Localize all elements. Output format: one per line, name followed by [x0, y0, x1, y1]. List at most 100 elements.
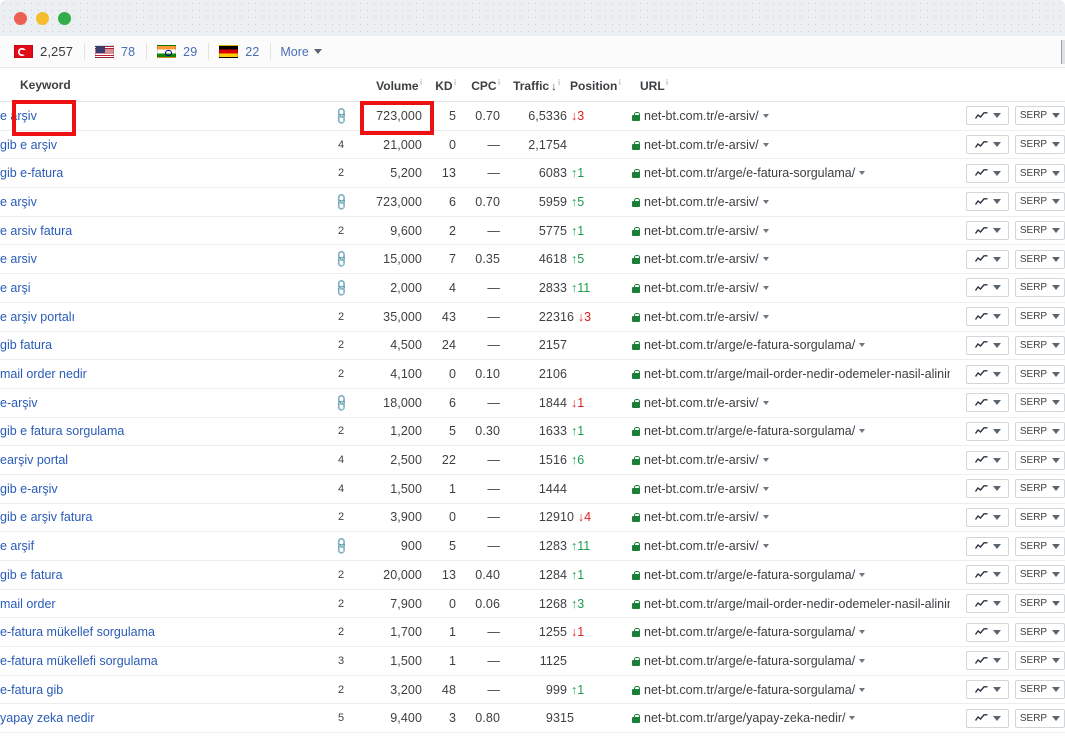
sort-descending-icon[interactable]: ↓: [551, 81, 557, 93]
chevron-down-icon[interactable]: [1052, 457, 1061, 463]
url-link[interactable]: net-bt.com.tr/arge/yapay-zeka-nedir/: [644, 711, 845, 725]
keyword-cell[interactable]: earşiv portal: [0, 445, 322, 475]
metrics-chart-button[interactable]: [966, 565, 1009, 585]
column-header-kd[interactable]: KD i: [422, 68, 456, 102]
chevron-down-icon[interactable]: [992, 228, 1001, 234]
serp-button[interactable]: SERP: [1015, 192, 1065, 212]
url-cell[interactable]: net-bt.com.tr/e-arsiv/: [632, 445, 950, 475]
url-link[interactable]: net-bt.com.tr/arge/mail-order-nedir-odem…: [644, 597, 950, 611]
column-header-cpc[interactable]: CPC i: [456, 68, 500, 102]
url-link[interactable]: net-bt.com.tr/arge/e-fatura-sorgulama/: [644, 568, 855, 582]
panel-edge-handle[interactable]: [1061, 40, 1065, 64]
metrics-chart-button[interactable]: [966, 708, 1009, 728]
serp-button[interactable]: SERP: [1015, 335, 1065, 355]
column-header-traffic[interactable]: Traffic ↓ i: [500, 68, 560, 102]
url-cell[interactable]: net-bt.com.tr/e-arsiv/: [632, 101, 950, 131]
url-link[interactable]: net-bt.com.tr/e-arsiv/: [644, 281, 759, 295]
url-cell[interactable]: net-bt.com.tr/e-arsiv/: [632, 130, 950, 160]
serp-button[interactable]: SERP: [1015, 708, 1065, 728]
chevron-down-icon[interactable]: [992, 428, 1001, 434]
keyword-cell[interactable]: gib e-fatura: [0, 158, 322, 189]
url-link[interactable]: net-bt.com.tr/arge/e-fatura-sorgulama/: [644, 654, 855, 668]
chevron-down-icon[interactable]: [1052, 687, 1061, 693]
url-cell[interactable]: net-bt.com.tr/arge/e-fatura-sorgulama/: [632, 560, 950, 590]
chevron-down-icon[interactable]: [992, 113, 1001, 119]
chevron-down-icon[interactable]: [849, 716, 856, 721]
chevron-down-icon[interactable]: [1052, 543, 1061, 549]
metrics-chart-button[interactable]: [966, 192, 1009, 212]
serp-button[interactable]: SERP: [1015, 565, 1065, 585]
chevron-down-icon[interactable]: [992, 715, 1001, 721]
chevron-down-icon[interactable]: [762, 400, 769, 405]
metrics-chart-button[interactable]: [966, 594, 1009, 614]
keyword-cell[interactable]: gib e fatura: [0, 560, 322, 590]
chevron-down-icon[interactable]: [1052, 715, 1061, 721]
serp-button[interactable]: SERP: [1015, 221, 1065, 241]
url-cell[interactable]: net-bt.com.tr/e-arsiv/: [632, 474, 950, 504]
chevron-down-icon[interactable]: [992, 457, 1001, 463]
keyword-cell[interactable]: gib e arşiv: [0, 130, 322, 160]
keyword-cell[interactable]: e arşiv: [0, 187, 322, 217]
metrics-chart-button[interactable]: [966, 450, 1009, 470]
keyword-link[interactable]: gib fatura: [0, 338, 52, 352]
keyword-link[interactable]: e-fatura gib: [0, 683, 63, 697]
serp-button[interactable]: SERP: [1015, 622, 1065, 642]
serp-button[interactable]: SERP: [1015, 106, 1065, 126]
keyword-cell[interactable]: yapay zeka nedir: [0, 703, 322, 734]
metrics-chart-button[interactable]: [966, 163, 1009, 183]
keyword-link[interactable]: gib e arşiv: [0, 138, 57, 152]
url-link[interactable]: net-bt.com.tr/e-arsiv/: [644, 396, 759, 410]
serp-button[interactable]: SERP: [1015, 163, 1065, 183]
info-icon[interactable]: i: [454, 77, 456, 87]
keyword-link[interactable]: e arşiv: [0, 195, 37, 209]
chevron-down-icon[interactable]: [1052, 170, 1061, 176]
url-cell[interactable]: net-bt.com.tr/arge/e-fatura-sorgulama/: [632, 158, 950, 189]
chevron-down-icon[interactable]: [1052, 658, 1061, 664]
chevron-down-icon[interactable]: [1052, 629, 1061, 635]
url-link[interactable]: net-bt.com.tr/e-arsiv/: [644, 252, 759, 266]
chevron-down-icon[interactable]: [762, 486, 769, 491]
info-icon[interactable]: i: [619, 77, 621, 87]
serp-button[interactable]: SERP: [1015, 364, 1065, 384]
chevron-down-icon[interactable]: [992, 142, 1001, 148]
chevron-down-icon[interactable]: [992, 687, 1001, 693]
url-cell[interactable]: net-bt.com.tr/arge/e-fatura-sorgulama/: [632, 417, 950, 447]
chevron-down-icon[interactable]: [762, 515, 769, 520]
chevron-down-icon[interactable]: [992, 256, 1001, 262]
chevron-down-icon[interactable]: [762, 458, 769, 463]
chevron-down-icon[interactable]: [1052, 142, 1061, 148]
chevron-down-icon[interactable]: [1052, 514, 1061, 520]
metrics-chart-button[interactable]: [966, 278, 1009, 298]
url-link[interactable]: net-bt.com.tr/arge/e-fatura-sorgulama/: [644, 424, 855, 438]
chevron-down-icon[interactable]: [992, 572, 1001, 578]
keyword-cell[interactable]: e arşi: [0, 273, 322, 303]
metrics-chart-button[interactable]: [966, 249, 1009, 269]
serp-button[interactable]: SERP: [1015, 135, 1065, 155]
keyword-link[interactable]: e arşiv portalı: [0, 310, 75, 324]
keyword-link[interactable]: e-fatura mükellefi sorgulama: [0, 654, 158, 668]
serp-button[interactable]: SERP: [1015, 680, 1065, 700]
url-cell[interactable]: net-bt.com.tr/arge/e-fatura-sorgulama/: [632, 617, 950, 648]
metrics-chart-button[interactable]: [966, 221, 1009, 241]
url-cell[interactable]: net-bt.com.tr/arge/e-fatura-sorgulama/: [632, 675, 950, 705]
chevron-down-icon[interactable]: [1052, 601, 1061, 607]
url-link[interactable]: net-bt.com.tr/e-arsiv/: [644, 224, 759, 238]
serp-button[interactable]: SERP: [1015, 393, 1065, 413]
keyword-link[interactable]: e arsiv fatura: [0, 224, 72, 238]
chevron-down-icon[interactable]: [992, 658, 1001, 664]
chevron-down-icon[interactable]: [762, 228, 769, 233]
url-cell[interactable]: net-bt.com.tr/arge/e-fatura-sorgulama/: [632, 646, 950, 676]
metrics-chart-button[interactable]: [966, 479, 1009, 499]
keyword-link[interactable]: e arsiv: [0, 252, 37, 266]
country-filter-turkey[interactable]: 2,257: [14, 41, 84, 63]
chevron-down-icon[interactable]: [992, 514, 1001, 520]
metrics-chart-button[interactable]: [966, 106, 1009, 126]
chevron-down-icon[interactable]: [859, 343, 866, 348]
chevron-down-icon[interactable]: [992, 601, 1001, 607]
keyword-cell[interactable]: gib e fatura sorgulama: [0, 417, 322, 447]
keyword-cell[interactable]: gib e arşiv fatura: [0, 503, 322, 533]
chevron-down-icon[interactable]: [859, 572, 866, 577]
serp-button[interactable]: SERP: [1015, 278, 1065, 298]
chevron-down-icon[interactable]: [992, 314, 1001, 320]
column-header-url[interactable]: URL i: [632, 68, 950, 102]
